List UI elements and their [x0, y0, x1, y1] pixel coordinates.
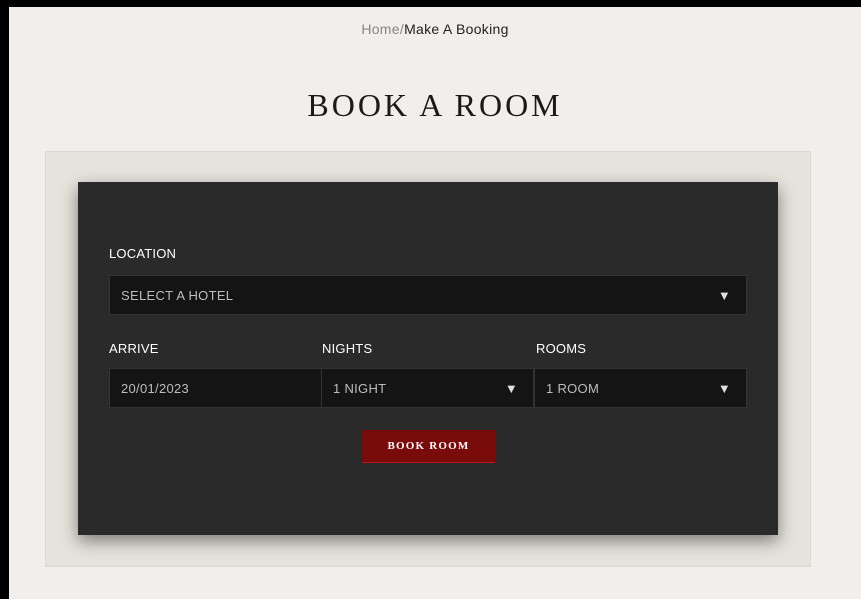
caret-down-icon: ▼ — [717, 287, 731, 303]
breadcrumb: Home/Make A Booking — [9, 21, 861, 37]
book-room-button[interactable]: BOOK ROOM — [362, 430, 495, 463]
nights-select-value: 1 NIGHT — [333, 380, 387, 396]
page: Home/Make A Booking BOOK A ROOM LOCATION… — [9, 7, 861, 599]
location-select[interactable]: SELECT A HOTEL ▼ — [109, 275, 747, 315]
booking-frame: LOCATION SELECT A HOTEL ▼ ARRIVE 20/01/2… — [45, 151, 811, 567]
location-select-value: SELECT A HOTEL — [121, 287, 234, 303]
nights-label: NIGHTS — [322, 341, 373, 356]
nights-select[interactable]: 1 NIGHT ▼ — [321, 368, 534, 408]
rooms-label: ROOMS — [536, 341, 587, 356]
rooms-select-value: 1 ROOM — [546, 380, 600, 396]
location-label: LOCATION — [109, 246, 177, 261]
arrive-date-input[interactable]: 20/01/2023 — [109, 368, 322, 408]
arrive-label: ARRIVE — [109, 341, 159, 356]
breadcrumb-current: Make A Booking — [404, 21, 509, 37]
rooms-select[interactable]: 1 ROOM ▼ — [534, 368, 747, 408]
caret-down-icon: ▼ — [504, 380, 518, 396]
booking-panel: LOCATION SELECT A HOTEL ▼ ARRIVE 20/01/2… — [78, 182, 778, 535]
page-title: BOOK A ROOM — [307, 87, 563, 123]
breadcrumb-home-link[interactable]: Home — [361, 21, 400, 37]
caret-down-icon: ▼ — [717, 380, 731, 396]
arrive-date-value: 20/01/2023 — [121, 380, 190, 396]
